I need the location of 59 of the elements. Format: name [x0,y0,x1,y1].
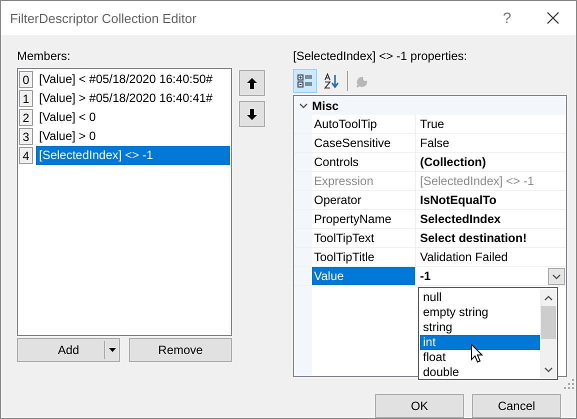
property-value[interactable]: (Collection) [416,153,566,171]
categorized-button[interactable] [293,68,317,92]
property-name[interactable]: AutoToolTip [312,115,416,133]
dropdown-option[interactable]: string [420,320,540,335]
dropdown-option[interactable]: null [420,290,540,305]
property-name[interactable]: Value [312,267,416,285]
dropdown-option[interactable]: float [420,350,540,365]
property-name[interactable]: PropertyName [312,210,416,228]
ok-button[interactable]: OK [375,394,464,418]
members-label: Members: [17,48,72,65]
help-button[interactable]: ? [484,10,530,26]
property-name[interactable]: ToolTipTitle [312,248,416,266]
dropdown-button[interactable] [548,268,565,285]
member-item[interactable]: [Value] > #05/18/2020 16:40:41# [36,89,230,108]
dropdown-option[interactable]: double [420,365,540,380]
property-value[interactable]: Validation Failed [416,248,566,266]
member-item[interactable]: [SelectedIndex] <> -1 [36,146,230,165]
resize-grip-icon[interactable] [564,379,574,389]
mouse-cursor-icon [471,344,483,363]
property-value[interactable]: False [416,134,566,152]
scroll-up-icon [544,294,552,300]
scroll-thumb[interactable] [540,306,556,339]
chevron-icon [298,102,308,108]
window-title: FilterDescriptor Collection Editor [10,10,198,26]
move-down-button[interactable] [239,101,265,127]
property-name[interactable]: Controls [312,153,416,171]
categorized-icon [297,72,313,88]
cancel-button[interactable]: Cancel [472,394,561,418]
index-label: 0 [19,71,33,88]
property-value[interactable]: SelectedIndex [416,210,566,228]
dropdown-option[interactable]: empty string [420,305,540,320]
index-label: 2 [19,109,33,126]
sort-az-icon [324,72,340,88]
index-label: 4 [19,147,33,164]
dropdown-option[interactable]: int [420,335,540,350]
index-label: 1 [19,90,33,107]
properties-label: [SelectedIndex] <> -1 properties: [293,48,468,65]
arrow-up-icon [247,78,257,88]
close-icon [547,12,559,24]
property-name[interactable]: Operator [312,191,416,209]
chevron-down-icon [552,274,561,280]
index-label: 3 [19,128,33,145]
scroll-down-icon [544,366,552,372]
scrollbar[interactable] [540,289,556,378]
property-value[interactable]: Select destination! [416,229,566,247]
move-up-button[interactable] [239,70,265,96]
member-item[interactable]: [Value] < #05/18/2020 16:40:50# [36,70,230,89]
property-value[interactable]: True [416,115,566,133]
member-item[interactable]: [Value] < 0 [36,108,230,127]
property-name[interactable]: CaseSensitive [312,134,416,152]
category-name: Misc [312,98,339,112]
remove-button[interactable]: Remove [129,338,232,362]
add-button[interactable]: Add [17,338,120,362]
arrow-down-icon [247,108,257,120]
caret-icon [108,348,116,352]
property-value[interactable]: IsNotEqualTo [416,191,566,209]
property-value[interactable]: -1 [416,267,547,285]
member-item[interactable]: [Value] > 0 [36,127,230,146]
property-name[interactable]: ToolTipText [312,229,416,247]
